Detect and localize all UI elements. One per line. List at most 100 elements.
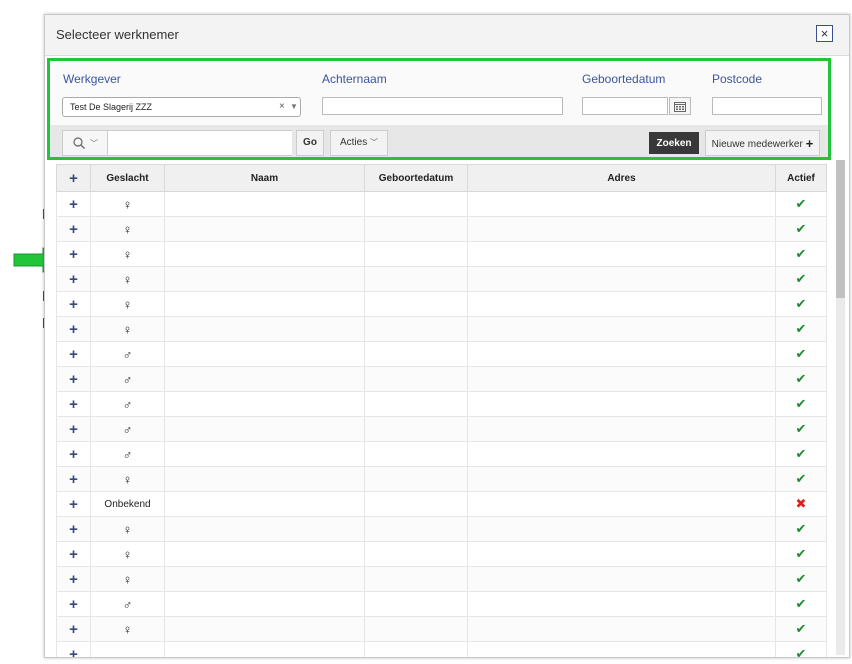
adres-cell — [467, 366, 776, 392]
geboortedatum-cell — [364, 241, 468, 267]
row-expand-cell[interactable]: + — [56, 466, 91, 492]
geslacht-cell — [90, 641, 165, 657]
new-employee-button[interactable]: Nieuwe medewerker + — [705, 130, 820, 156]
naam-cell — [164, 366, 365, 392]
row-expand-cell[interactable]: + — [56, 341, 91, 367]
plus-icon[interactable]: + — [69, 471, 78, 488]
grid-scrollbar[interactable] — [836, 160, 845, 655]
geslacht-cell: ♀ — [90, 316, 165, 342]
plus-icon[interactable]: + — [69, 296, 78, 313]
row-expand-cell[interactable]: + — [56, 366, 91, 392]
calendar-button[interactable] — [669, 97, 691, 115]
plus-icon[interactable]: + — [69, 521, 78, 538]
filter-fields: Werkgever Achternaam Geboortedatum Postc… — [50, 61, 828, 125]
werkgever-select[interactable]: Test De Slagerij ZZZ × ▼ — [62, 97, 301, 117]
plus-icon[interactable]: + — [69, 546, 78, 563]
table-row[interactable]: + Onbekend ✖ — [56, 491, 827, 517]
achternaam-input[interactable] — [322, 97, 563, 115]
plus-icon[interactable]: + — [69, 346, 78, 363]
header-actief[interactable]: Actief — [775, 164, 827, 192]
row-expand-cell[interactable]: + — [56, 441, 91, 467]
actief-cell: ✔ — [775, 466, 827, 492]
row-expand-cell[interactable]: + — [56, 316, 91, 342]
table-row[interactable]: + ♂ ✔ — [56, 591, 827, 617]
table-row[interactable]: + ♀ ✔ — [56, 241, 827, 267]
table-row[interactable]: + ♀ ✔ — [56, 541, 827, 567]
row-expand-cell[interactable]: + — [56, 191, 91, 217]
row-expand-cell[interactable]: + — [56, 241, 91, 267]
geboortedatum-cell — [364, 191, 468, 217]
plus-icon[interactable]: + — [69, 246, 78, 263]
zoeken-button[interactable]: Zoeken — [649, 132, 699, 154]
plus-icon[interactable]: + — [69, 170, 78, 187]
row-expand-cell[interactable]: + — [56, 516, 91, 542]
table-row[interactable]: + ♀ ✔ — [56, 191, 827, 217]
plus-icon[interactable]: + — [69, 221, 78, 238]
header-geboortedatum[interactable]: Geboortedatum — [364, 164, 468, 192]
row-expand-cell[interactable]: + — [56, 591, 91, 617]
plus-icon[interactable]: + — [69, 596, 78, 613]
search-input[interactable] — [108, 131, 292, 155]
close-button[interactable]: × — [816, 25, 833, 42]
search-group: ﹀ — [62, 130, 292, 156]
plus-icon[interactable]: + — [69, 646, 78, 658]
header-adres[interactable]: Adres — [467, 164, 776, 192]
male-icon: ♂ — [122, 396, 133, 412]
row-expand-cell[interactable]: + — [56, 641, 91, 658]
table-row[interactable]: + ♂ ✔ — [56, 391, 827, 417]
table-row[interactable]: + ✔ — [56, 641, 827, 658]
adres-cell — [467, 341, 776, 367]
plus-icon[interactable]: + — [69, 571, 78, 588]
row-expand-cell[interactable]: + — [56, 391, 91, 417]
dialog-title: Selecteer werknemer — [56, 27, 179, 42]
scrollbar-thumb[interactable] — [836, 160, 845, 298]
row-expand-cell[interactable]: + — [56, 266, 91, 292]
plus-icon[interactable]: + — [69, 621, 78, 638]
adres-cell — [467, 266, 776, 292]
geboortedatum-cell — [364, 291, 468, 317]
plus-icon[interactable]: + — [69, 496, 78, 513]
geboortedatum-input[interactable] — [582, 97, 668, 115]
naam-cell — [164, 566, 365, 592]
row-expand-cell[interactable]: + — [56, 566, 91, 592]
table-row[interactable]: + ♂ ✔ — [56, 416, 827, 442]
table-row[interactable]: + ♀ ✔ — [56, 466, 827, 492]
table-row[interactable]: + ♀ ✔ — [56, 291, 827, 317]
table-row[interactable]: + ♀ ✔ — [56, 216, 827, 242]
caret-down-icon[interactable]: ▼ — [290, 102, 298, 111]
table-row[interactable]: + ♀ ✔ — [56, 566, 827, 592]
table-row[interactable]: + ♂ ✔ — [56, 441, 827, 467]
table-row[interactable]: + ♂ ✔ — [56, 366, 827, 392]
plus-icon[interactable]: + — [69, 396, 78, 413]
table-row[interactable]: + ♀ ✔ — [56, 266, 827, 292]
clear-selection-icon[interactable]: × — [279, 101, 285, 112]
table-row[interactable]: + ♀ ✔ — [56, 316, 827, 342]
plus-icon[interactable]: + — [69, 371, 78, 388]
plus-icon[interactable]: + — [69, 421, 78, 438]
row-expand-cell[interactable]: + — [56, 491, 91, 517]
postcode-input[interactable] — [712, 97, 822, 115]
go-button[interactable]: Go — [296, 130, 324, 156]
plus-icon[interactable]: + — [69, 196, 78, 213]
table-row[interactable]: + ♀ ✔ — [56, 616, 827, 642]
row-expand-cell[interactable]: + — [56, 416, 91, 442]
geslacht-cell: ♀ — [90, 241, 165, 267]
check-icon: ✔ — [795, 321, 807, 336]
plus-icon[interactable]: + — [69, 446, 78, 463]
search-column-dropdown[interactable]: ﹀ — [63, 131, 108, 155]
row-expand-cell[interactable]: + — [56, 616, 91, 642]
male-icon: ♂ — [122, 596, 133, 612]
row-expand-cell[interactable]: + — [56, 541, 91, 567]
table-row[interactable]: + ♀ ✔ — [56, 516, 827, 542]
row-expand-cell[interactable]: + — [56, 216, 91, 242]
table-row[interactable]: + ♂ ✔ — [56, 341, 827, 367]
actief-cell: ✔ — [775, 366, 827, 392]
header-naam[interactable]: Naam — [164, 164, 365, 192]
acties-menu-button[interactable]: Acties ﹀ — [330, 130, 388, 156]
row-expand-cell[interactable]: + — [56, 291, 91, 317]
header-plus[interactable]: + — [56, 164, 91, 192]
plus-icon: + — [805, 136, 814, 151]
header-geslacht[interactable]: Geslacht — [90, 164, 165, 192]
plus-icon[interactable]: + — [69, 321, 78, 338]
plus-icon[interactable]: + — [69, 271, 78, 288]
